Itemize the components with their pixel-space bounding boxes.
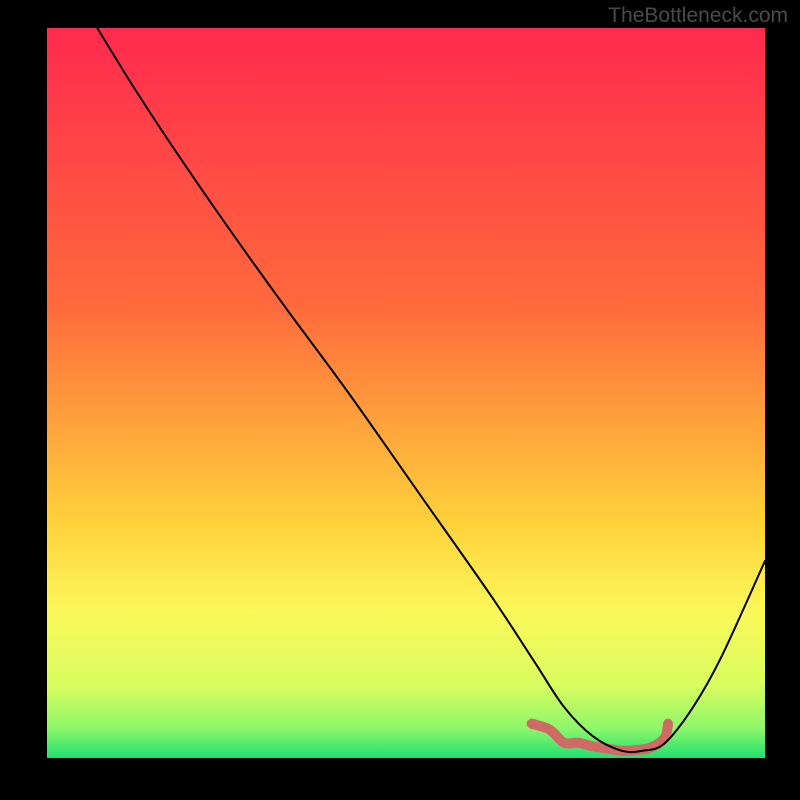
gradient-background: [47, 28, 765, 758]
chart-svg: [47, 28, 765, 758]
chart-plot-area: [47, 28, 765, 758]
watermark-text: TheBottleneck.com: [608, 4, 788, 28]
